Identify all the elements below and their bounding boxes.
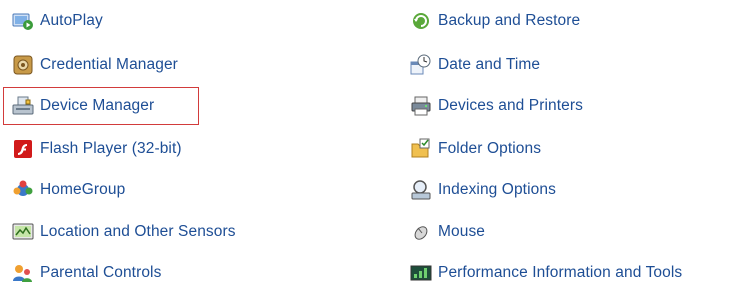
item-flash-player-label: Flash Player (32-bit) bbox=[40, 140, 182, 157]
item-folder-options-label: Folder Options bbox=[438, 140, 542, 157]
item-mouse[interactable]: Mouse bbox=[410, 220, 485, 244]
item-indexing-options[interactable]: Indexing Options bbox=[410, 178, 556, 202]
mouse-icon bbox=[410, 221, 432, 243]
item-mouse-label: Mouse bbox=[438, 223, 486, 240]
devices-printers-icon bbox=[410, 95, 432, 117]
location-sensors-icon bbox=[12, 221, 34, 243]
item-autoplay-label: AutoPlay bbox=[40, 12, 103, 29]
item-performance-tools[interactable]: Performance Information and Tools bbox=[410, 261, 682, 285]
parental-controls-icon bbox=[12, 262, 34, 284]
item-devices-printers[interactable]: Devices and Printers bbox=[410, 94, 583, 118]
item-backup-restore[interactable]: Backup and Restore bbox=[410, 9, 580, 33]
item-devices-printers-label: Devices and Printers bbox=[438, 97, 584, 114]
item-date-time[interactable]: Date and Time bbox=[410, 53, 540, 77]
folder-options-icon bbox=[410, 138, 432, 160]
item-performance-tools-label: Performance Information and Tools bbox=[438, 264, 683, 281]
item-flash-player[interactable]: Flash Player (32-bit) bbox=[12, 137, 182, 161]
item-credential-manager[interactable]: Credential Manager bbox=[12, 53, 178, 77]
date-time-icon bbox=[410, 54, 432, 76]
flash-player-icon bbox=[12, 138, 34, 160]
item-location-sensors[interactable]: Location and Other Sensors bbox=[12, 220, 236, 244]
item-backup-restore-label: Backup and Restore bbox=[438, 12, 581, 29]
item-date-time-label: Date and Time bbox=[438, 56, 541, 73]
backup-restore-icon bbox=[410, 10, 432, 32]
performance-tools-icon bbox=[410, 262, 432, 284]
item-autoplay[interactable]: AutoPlay bbox=[12, 9, 103, 33]
item-parental-controls-label: Parental Controls bbox=[40, 264, 162, 281]
item-location-sensors-label: Location and Other Sensors bbox=[40, 223, 236, 240]
item-folder-options[interactable]: Folder Options bbox=[410, 137, 541, 161]
credential-manager-icon bbox=[12, 54, 34, 76]
item-credential-manager-label: Credential Manager bbox=[40, 56, 178, 73]
device-manager-highlight bbox=[3, 87, 199, 125]
autoplay-icon bbox=[12, 10, 34, 32]
item-parental-controls[interactable]: Parental Controls bbox=[12, 261, 161, 285]
homegroup-icon bbox=[12, 179, 34, 201]
item-indexing-options-label: Indexing Options bbox=[438, 181, 556, 198]
indexing-options-icon bbox=[410, 179, 432, 201]
item-homegroup-label: HomeGroup bbox=[40, 181, 126, 198]
item-homegroup[interactable]: HomeGroup bbox=[12, 178, 125, 202]
